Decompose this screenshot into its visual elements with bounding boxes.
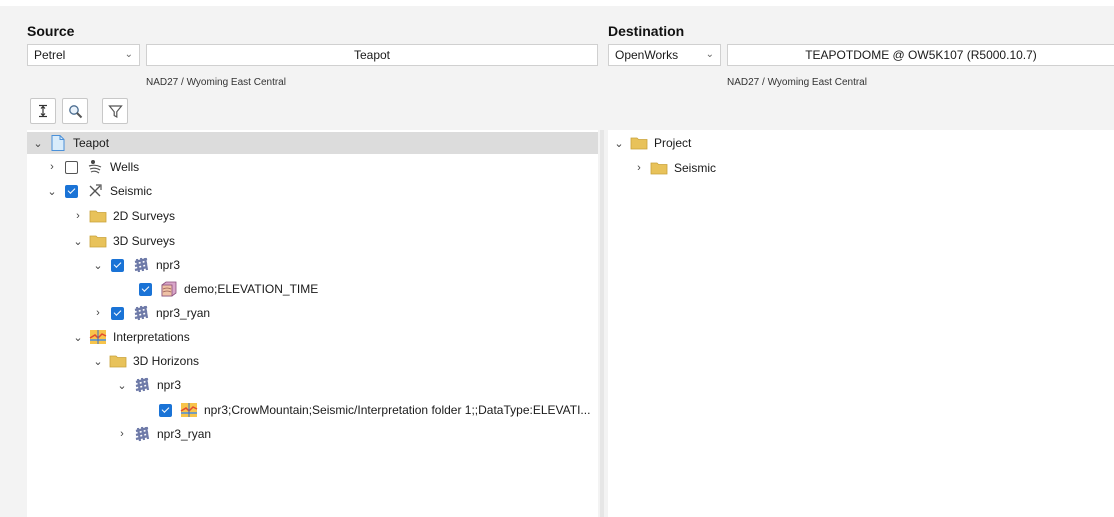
tree-label: npr3	[156, 258, 181, 272]
chevron-down-icon[interactable]: ⌄	[91, 355, 105, 368]
chevron-right-icon[interactable]: ›	[71, 210, 85, 222]
chevron-right-icon[interactable]: ›	[45, 161, 59, 173]
checkbox-checked[interactable]	[159, 403, 172, 417]
seismic-cube-icon	[160, 281, 178, 297]
checkbox-checked[interactable]	[139, 282, 152, 296]
tree-row-2d-surveys[interactable]: › 2D Surveys	[71, 205, 175, 227]
tree-row-project[interactable]: ⌄ Project	[612, 132, 691, 154]
destination-heading: Destination	[608, 23, 685, 39]
tree-row-teapot[interactable]: ⌄ Teapot	[27, 132, 598, 154]
tree-row-dest-seismic[interactable]: › Seismic	[632, 157, 716, 179]
tree-row-3d-surveys[interactable]: ⌄ 3D Surveys	[71, 230, 175, 252]
source-app-select-value: Petrel	[34, 48, 66, 62]
tree-label: npr3	[157, 378, 182, 392]
folder-icon	[630, 135, 648, 151]
wells-icon	[86, 159, 104, 175]
chevron-down-icon[interactable]: ⌄	[115, 379, 129, 392]
tree-row-demo-elevation-time[interactable]: demo;ELEVATION_TIME	[119, 278, 318, 300]
tree-row-npr3-ryan[interactable]: › npr3_ryan	[91, 302, 210, 324]
tree-label: Teapot	[73, 136, 110, 150]
survey-icon	[132, 305, 150, 321]
tree-label: Seismic	[110, 184, 153, 198]
chevron-down-icon: ⌄	[705, 49, 714, 60]
tree-row-interpretations[interactable]: ⌄ Interpretations	[71, 326, 190, 348]
tree-label: Seismic	[674, 161, 717, 175]
tree-row-npr3[interactable]: ⌄ npr3	[91, 254, 180, 276]
folder-icon	[650, 160, 668, 176]
checkbox-checked[interactable]	[65, 184, 78, 198]
expand-collapse-button[interactable]	[30, 98, 56, 124]
tree-row-npr3-horizon[interactable]: ⌄ npr3	[115, 374, 181, 396]
expand-collapse-icon	[39, 104, 47, 118]
tree-row-crowmountain[interactable]: npr3;CrowMountain;Seismic/Interpretation…	[139, 399, 590, 421]
source-project-field[interactable]: Teapot	[146, 44, 598, 66]
filter-button[interactable]	[102, 98, 128, 124]
chevron-down-icon: ⌄	[124, 49, 133, 60]
destination-app-select[interactable]: OpenWorks ⌄	[608, 44, 721, 66]
destination-crs-label: NAD27 / Wyoming East Central	[727, 77, 867, 88]
checkbox[interactable]	[65, 160, 78, 174]
survey-icon	[133, 377, 151, 393]
chevron-down-icon[interactable]: ⌄	[71, 235, 85, 248]
chevron-down-icon[interactable]: ⌄	[31, 137, 45, 150]
folder-icon	[109, 353, 127, 369]
file-icon	[49, 135, 67, 151]
source-app-select[interactable]: Petrel ⌄	[27, 44, 140, 66]
survey-icon	[133, 426, 151, 442]
tree-label: 3D Surveys	[113, 234, 176, 248]
tree-label: Interpretations	[113, 330, 190, 344]
tree-label: npr3;CrowMountain;Seismic/Interpretation…	[204, 403, 591, 417]
tree-label: demo;ELEVATION_TIME	[184, 282, 319, 296]
tree-row-3d-horizons[interactable]: ⌄ 3D Horizons	[91, 350, 199, 372]
search-icon	[68, 104, 82, 118]
title-strip	[0, 0, 1114, 6]
tree-label: 2D Surveys	[113, 209, 176, 223]
source-heading: Source	[27, 23, 75, 39]
checkbox-checked[interactable]	[111, 306, 124, 320]
source-tree-panel: ⌄ Teapot › Wells ⌄ Seismic › 2D Surveys …	[27, 130, 598, 517]
seismic-icon	[86, 183, 104, 199]
tree-label: 3D Horizons	[133, 354, 200, 368]
destination-app-select-value: OpenWorks	[615, 48, 679, 62]
chevron-right-icon[interactable]: ›	[632, 162, 646, 174]
tree-label: Project	[654, 136, 692, 150]
chevron-down-icon[interactable]: ⌄	[45, 185, 59, 198]
filter-icon	[107, 104, 123, 118]
checkbox-checked[interactable]	[111, 258, 124, 272]
folder-icon	[89, 233, 107, 249]
destination-project-field[interactable]: TEAPOTDOME @ OW5K107 (R5000.10.7)	[727, 44, 1114, 66]
interpretation-icon	[180, 402, 198, 418]
source-crs-label: NAD27 / Wyoming East Central	[146, 77, 286, 88]
tree-label: npr3_ryan	[157, 427, 212, 441]
chevron-right-icon[interactable]: ›	[115, 428, 129, 440]
folder-icon	[89, 208, 107, 224]
panel-splitter[interactable]	[600, 130, 604, 517]
search-button[interactable]	[62, 98, 88, 124]
chevron-right-icon[interactable]: ›	[91, 307, 105, 319]
interpretation-icon	[89, 329, 107, 345]
chevron-down-icon[interactable]: ⌄	[91, 259, 105, 272]
tree-label: npr3_ryan	[156, 306, 211, 320]
tree-row-npr3-ryan-horizon[interactable]: › npr3_ryan	[115, 423, 211, 445]
tree-row-seismic[interactable]: ⌄ Seismic	[45, 180, 152, 202]
chevron-down-icon[interactable]: ⌄	[612, 137, 626, 150]
tree-label: Wells	[110, 160, 140, 174]
chevron-down-icon[interactable]: ⌄	[71, 331, 85, 344]
destination-tree-panel: ⌄ Project › Seismic	[608, 130, 1114, 517]
survey-icon	[132, 257, 150, 273]
tree-row-wells[interactable]: › Wells	[45, 156, 139, 178]
